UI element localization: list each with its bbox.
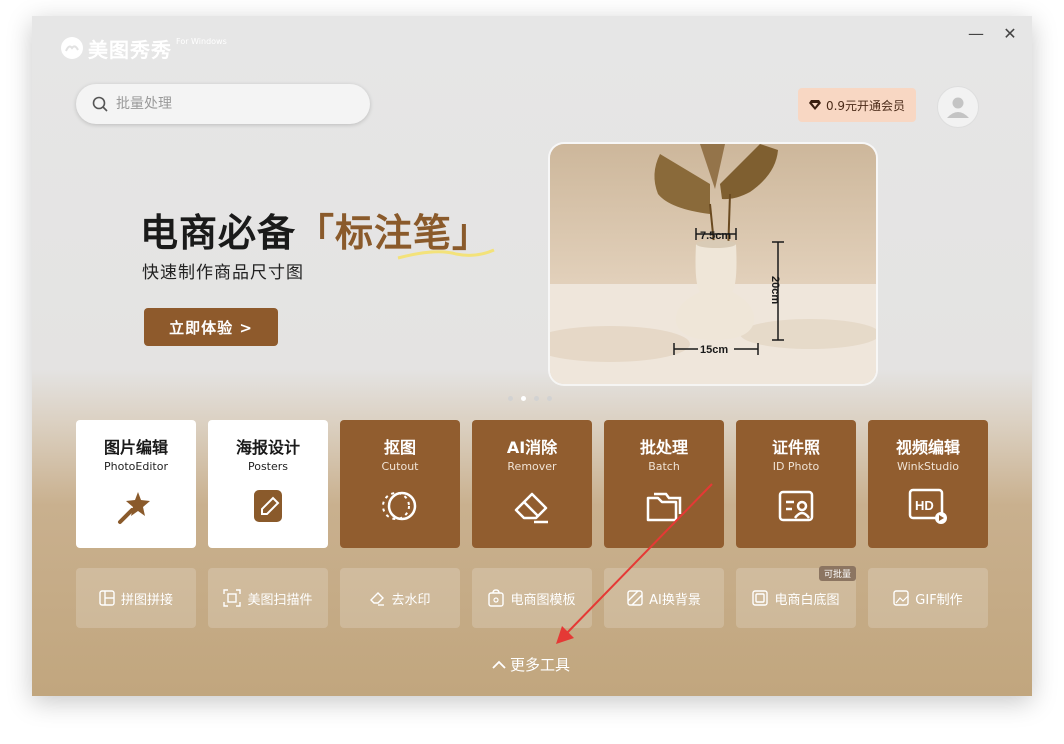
try-now-button[interactable]: 立即体验 > <box>144 308 278 346</box>
cutout-circle-icon <box>382 491 417 521</box>
eraser-icon <box>370 592 385 606</box>
meitu-logo-icon <box>61 37 83 59</box>
card-title: 抠图 <box>383 438 416 457</box>
measure-bottom-label: 15cm <box>700 344 728 356</box>
tool-label: GIF制作 <box>915 592 963 608</box>
tool-row: 拼图拼接 美图扫描件 去水印 电商图模板 AI换背景 可批量 电商白底图 GIF… <box>76 566 988 628</box>
search-input[interactable] <box>114 95 338 113</box>
carousel-dot[interactable] <box>508 396 513 401</box>
vase-product-image: 7.5cm 20cm 15cm <box>550 144 876 384</box>
card-cutout[interactable]: 抠图 Cutout <box>340 420 460 548</box>
carousel-dots <box>508 396 552 401</box>
minimize-button[interactable]: — <box>964 24 988 44</box>
card-subtitle: Posters <box>247 460 289 473</box>
user-icon <box>947 97 969 118</box>
tool-label: AI换背景 <box>649 592 701 608</box>
card-subtitle: PhotoEditor <box>104 460 168 473</box>
highlight-stroke-icon <box>397 248 495 260</box>
eraser-icon <box>514 492 548 524</box>
background-icon <box>627 590 643 606</box>
diamond-icon <box>808 100 821 110</box>
app-name: 美图秀秀 <box>88 38 172 62</box>
card-subtitle: Batch <box>648 460 680 473</box>
card-posters[interactable]: 海报设计 Posters <box>208 420 328 548</box>
banner-image[interactable]: 7.5cm 20cm 15cm <box>550 144 876 384</box>
batch-badge: 可批量 <box>818 566 856 581</box>
search-box[interactable] <box>76 84 370 124</box>
feature-cards: 图片编辑 PhotoEditor 海报设计 Posters 抠图 Cutout <box>76 420 988 548</box>
vip-label: 0.9元开通会员 <box>825 98 906 113</box>
magic-wand-icon <box>118 492 150 524</box>
tool-label: 美图扫描件 <box>247 592 313 608</box>
banner-subtitle: 快速制作商品尺寸图 <box>142 263 304 283</box>
carousel-dot[interactable] <box>534 396 539 401</box>
more-tools-label: 更多工具 <box>510 656 571 674</box>
tool-label: 电商图模板 <box>510 592 576 608</box>
bag-template-icon <box>488 589 505 607</box>
card-photo-editor[interactable]: 图片编辑 PhotoEditor <box>76 420 196 548</box>
tool-watermark-remover[interactable]: 去水印 <box>340 568 460 628</box>
card-title: 图片编辑 <box>103 438 168 457</box>
avatar[interactable] <box>937 86 979 128</box>
tool-ecommerce-template[interactable]: 电商图模板 <box>472 568 592 628</box>
chevron-up-icon <box>492 660 506 669</box>
id-card-icon <box>778 490 814 522</box>
tool-label: 去水印 <box>391 592 431 608</box>
tool-white-background[interactable]: 可批量 电商白底图 <box>736 566 856 628</box>
svg-text:HD: HD <box>915 498 934 513</box>
card-title: AI消除 <box>506 438 558 457</box>
card-title: 海报设计 <box>235 438 300 457</box>
tool-scanner[interactable]: 美图扫描件 <box>208 568 328 628</box>
gif-icon <box>893 590 909 606</box>
banner-title-main: 电商必备 <box>140 211 297 255</box>
card-title: 批处理 <box>639 438 688 457</box>
tool-gif[interactable]: GIF制作 <box>868 568 988 628</box>
tool-label: 拼图拼接 <box>120 592 173 608</box>
card-ai-remover[interactable]: AI消除 Remover <box>472 420 592 548</box>
card-title: 证件照 <box>771 438 820 457</box>
collage-icon <box>99 590 115 606</box>
card-title: 视频编辑 <box>895 438 960 457</box>
app-logo: 美图秀秀 For Windows <box>60 34 227 63</box>
app-platform: For Windows <box>176 37 227 46</box>
close-button[interactable]: ✕ <box>998 24 1022 44</box>
measure-top-label: 7.5cm <box>700 230 731 242</box>
white-bg-icon <box>752 590 769 606</box>
tool-ai-background[interactable]: AI换背景 <box>604 568 724 628</box>
measure-side-label: 20cm <box>769 276 781 304</box>
tool-collage[interactable]: 拼图拼接 <box>76 568 196 628</box>
more-tools-button[interactable]: 更多工具 <box>492 654 570 675</box>
tool-label: 电商白底图 <box>774 592 840 608</box>
carousel-dot-active[interactable] <box>521 396 526 401</box>
card-batch[interactable]: 批处理 Batch <box>604 420 724 548</box>
carousel-dot[interactable] <box>547 396 552 401</box>
card-subtitle: Remover <box>507 460 557 473</box>
pen-square-icon <box>254 490 282 522</box>
card-subtitle: ID Photo <box>772 460 820 473</box>
vip-button[interactable]: 0.9元开通会员 <box>798 88 916 122</box>
card-video-editor[interactable]: 视频编辑 WinkStudio HD <box>868 420 988 548</box>
search-icon <box>92 96 108 112</box>
card-id-photo[interactable]: 证件照 ID Photo <box>736 420 856 548</box>
app-window: 美图秀秀 For Windows — ✕ 0.9元开通会员 电商必备「标注笔」 … <box>32 16 1032 696</box>
folder-icon <box>646 492 682 522</box>
scan-icon <box>223 589 242 607</box>
hd-video-icon: HD <box>908 488 947 524</box>
card-subtitle: WinkStudio <box>896 460 960 473</box>
card-subtitle: Cutout <box>381 460 419 473</box>
